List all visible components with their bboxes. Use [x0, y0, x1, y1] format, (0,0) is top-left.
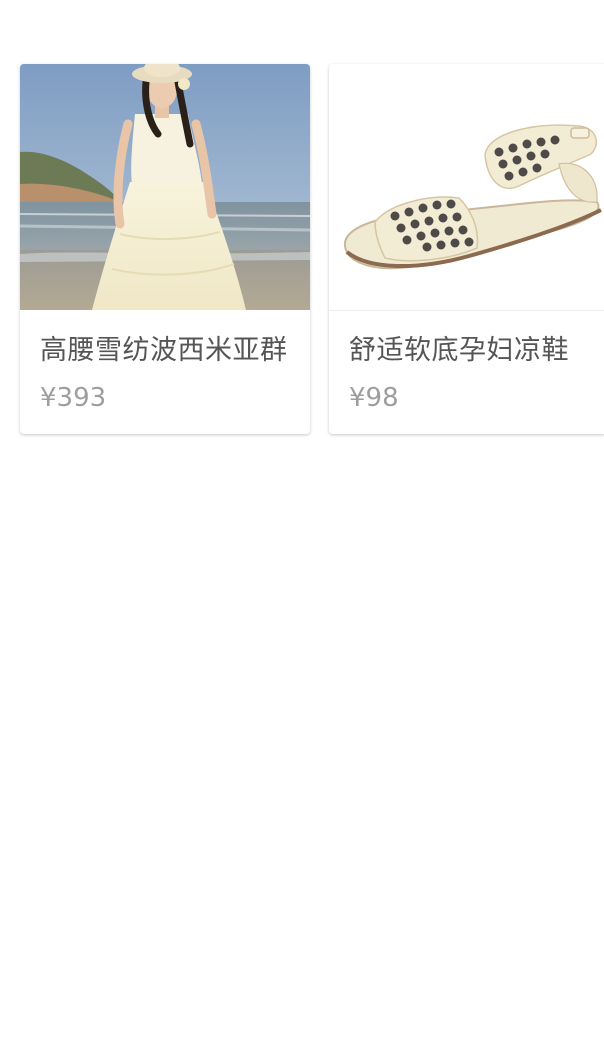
- product-card[interactable]: 高腰雪纺波西米亚群 ¥393: [20, 64, 310, 434]
- beach-dress-photo-icon: [20, 64, 310, 310]
- product-card[interactable]: 舒适软底孕妇凉鞋 ¥98: [329, 64, 604, 434]
- product-price: ¥98: [349, 383, 399, 413]
- studded-sandal-photo-icon: [329, 64, 604, 310]
- card-divider: [329, 310, 604, 311]
- product-image[interactable]: [329, 64, 604, 310]
- product-image[interactable]: [20, 64, 310, 310]
- product-grid: 高腰雪纺波西米亚群 ¥393 舒适软底孕妇凉鞋 ¥98: [20, 64, 604, 436]
- product-price: ¥393: [40, 383, 107, 413]
- product-title: 高腰雪纺波西米亚群: [40, 335, 288, 366]
- product-title: 舒适软底孕妇凉鞋: [349, 335, 569, 366]
